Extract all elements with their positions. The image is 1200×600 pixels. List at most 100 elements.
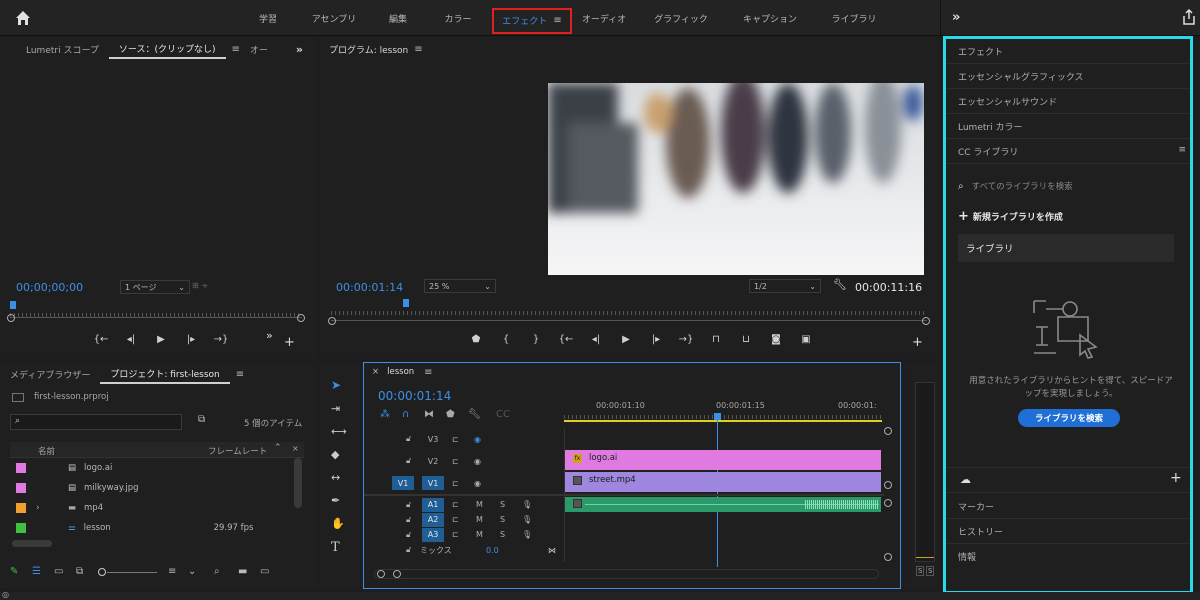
lock-icon[interactable]: 🔓︎	[406, 456, 411, 466]
sync-lock-icon[interactable]: ⊏	[452, 530, 459, 539]
list-view-icon[interactable]: ☰	[32, 566, 54, 577]
step-back-icon[interactable]: ◂|	[116, 334, 146, 345]
hand-tool-icon[interactable]: ✋	[331, 517, 345, 530]
mute-button[interactable]: M	[476, 530, 483, 539]
step-forward-icon[interactable]: |▸	[641, 334, 671, 345]
project-scrollbar[interactable]	[294, 458, 302, 508]
panel-markers[interactable]: マーカー	[946, 494, 1190, 519]
new-bin-icon[interactable]: ⧉	[198, 414, 205, 425]
track-label-a3[interactable]: A3	[422, 527, 444, 542]
source-timecode[interactable]: 00;00;00;00	[16, 281, 83, 294]
source-page-dropdown[interactable]: 1 ページ ⌄	[120, 280, 190, 294]
track-select-tool-icon[interactable]: ⇥	[331, 402, 340, 415]
clip-logo[interactable]: fx logo.ai	[565, 450, 881, 470]
library-search[interactable]: ⌕ すべてのライブラリを検索	[946, 174, 1190, 198]
go-to-out-icon[interactable]: →}	[206, 334, 236, 345]
slip-tool-icon[interactable]: ↔	[331, 471, 340, 484]
eye-icon[interactable]: ◉	[474, 457, 481, 466]
type-tool-icon[interactable]: T	[331, 540, 340, 555]
column-name-header[interactable]: 名前	[38, 445, 55, 457]
mark-in-icon[interactable]: {	[491, 334, 521, 345]
solo-right-button[interactable]: S	[926, 566, 935, 576]
audio-scroll-handle-top[interactable]	[884, 499, 892, 507]
video-scroll-handle-top[interactable]	[884, 427, 892, 435]
nest-icon[interactable]: ⁂	[380, 409, 402, 420]
share-icon[interactable]	[1182, 9, 1196, 25]
list-item[interactable]: ⚌ lesson 29.97 fps	[10, 518, 292, 538]
go-to-out-icon[interactable]: →}	[671, 334, 701, 345]
clip-street-audio[interactable]	[565, 497, 881, 512]
tab-lumetri-scopes[interactable]: Lumetri スコープ	[0, 37, 109, 61]
timeline-scroll-handle-right[interactable]	[393, 570, 401, 578]
sync-lock-icon[interactable]: ⊏	[452, 515, 459, 524]
program-zoom-dropdown[interactable]: 25 % ⌄	[424, 279, 496, 293]
workspace-menu-icon[interactable]: ≡	[553, 15, 561, 26]
wrench-icon[interactable]: 🔧︎	[833, 278, 847, 291]
eye-hidden-icon[interactable]: ◉	[474, 435, 481, 444]
clip-street[interactable]: street.mp4	[565, 472, 881, 492]
mix-pan-icon[interactable]: ⋈	[548, 546, 556, 555]
list-item[interactable]: › ▬ mp4	[10, 498, 292, 518]
workspace-tab-color[interactable]: カラー	[424, 0, 492, 36]
go-to-in-icon[interactable]: {←	[86, 334, 116, 345]
icon-view-icon[interactable]: ▭	[54, 566, 76, 577]
track-label-v3[interactable]: V3	[422, 432, 444, 446]
close-icon[interactable]: ×	[372, 367, 379, 377]
timeline-track-area[interactable]: fx logo.ai street.mp4	[564, 428, 882, 562]
new-bin-folder-icon[interactable]: ▬	[238, 566, 260, 577]
timeline-settings-icon[interactable]: 🔧︎	[468, 409, 496, 420]
panel-history[interactable]: ヒストリー	[946, 519, 1190, 544]
expand-workspaces-icon[interactable]: »	[952, 10, 960, 25]
source-playhead[interactable]	[10, 301, 16, 309]
program-timecode[interactable]: 00:00:01:14	[336, 281, 403, 294]
go-to-in-icon[interactable]: {←	[551, 334, 581, 345]
selection-tool-icon[interactable]: ➤	[331, 378, 341, 392]
project-menu-icon[interactable]: ≡	[236, 369, 244, 380]
timeline-timecode[interactable]: 00:00:01:14	[378, 389, 451, 403]
panel-cc-libraries[interactable]: CC ライブラリ ≡	[946, 139, 1190, 164]
mark-out-icon[interactable]: }	[521, 334, 551, 345]
lock-icon[interactable]: 🔓︎	[406, 500, 411, 510]
solo-button[interactable]: S	[500, 515, 505, 524]
solo-left-button[interactable]: S	[916, 566, 925, 576]
lock-icon[interactable]: 🔓︎	[406, 515, 411, 525]
panel-lumetri-color[interactable]: Lumetri カラー	[946, 114, 1190, 139]
timeline-scroll-handle-left[interactable]	[377, 570, 385, 578]
workspace-tab-audio[interactable]: オーディオ	[572, 0, 636, 36]
linked-selection-icon[interactable]: ⧓	[424, 409, 446, 420]
workspace-tab-edit[interactable]: 編集	[372, 0, 424, 36]
label-color-swatch[interactable]	[16, 463, 26, 473]
mic-icon[interactable]: 🎙︎	[522, 530, 532, 539]
timeline-ruler[interactable]: 00:00:01:10 00:00:01:15 00:00:01:	[564, 393, 882, 423]
solo-button[interactable]: S	[500, 500, 505, 509]
source-scroll-handle-right[interactable]	[297, 314, 305, 322]
timeline-h-scrollbar[interactable]	[374, 569, 879, 579]
program-menu-icon[interactable]: ≡	[414, 44, 422, 55]
step-forward-icon[interactable]: |▸	[176, 334, 206, 345]
video-scroll-handle-bottom[interactable]	[884, 481, 892, 489]
workspace-tab-learn[interactable]: 学習	[240, 0, 296, 36]
more-tabs-icon[interactable]: »	[296, 43, 303, 56]
label-color-swatch[interactable]	[16, 523, 26, 533]
sort-up-icon[interactable]: ⌃	[274, 443, 282, 453]
source-settings-icon[interactable]: ⊞ ⟛	[192, 281, 209, 291]
zoom-slider[interactable]	[98, 567, 168, 577]
source-patch-v1[interactable]: V1	[392, 476, 414, 490]
source-scroll-handle-left[interactable]	[7, 314, 15, 322]
ripple-edit-tool-icon[interactable]: ⟷	[331, 425, 347, 438]
tab-audio-mixer[interactable]: オー	[240, 37, 278, 61]
program-resolution-dropdown[interactable]: 1/2 ⌄	[749, 279, 821, 293]
program-scroll-track[interactable]	[328, 317, 930, 325]
library-select[interactable]: ライブラリ	[958, 234, 1174, 262]
mic-icon[interactable]: 🎙︎	[522, 515, 532, 524]
expand-chevron-icon[interactable]: ›	[36, 503, 54, 513]
solo-button[interactable]: S	[500, 530, 505, 539]
eye-icon[interactable]: ◉	[474, 479, 481, 488]
program-scroll-handle-right[interactable]	[922, 317, 930, 325]
work-area-bar[interactable]	[564, 420, 882, 422]
play-icon[interactable]: ▶	[611, 334, 641, 345]
mute-button[interactable]: M	[476, 515, 483, 524]
pencil-icon[interactable]: ✎	[10, 566, 32, 577]
workspace-tab-libraries[interactable]: ライブラリ	[814, 0, 894, 36]
zoom-slider-handle[interactable]	[98, 567, 106, 576]
